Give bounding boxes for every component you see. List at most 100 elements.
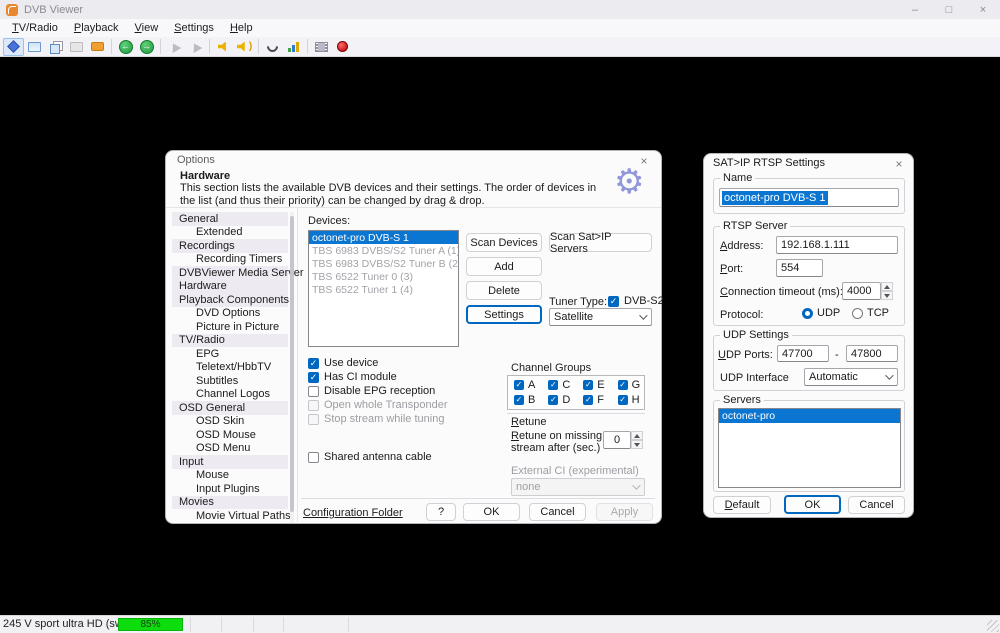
tuner-type-dvbs2-checkbox[interactable]: DVB-S2 bbox=[608, 295, 664, 307]
satellite-dropdown[interactable]: Satellite bbox=[549, 308, 652, 326]
sidebar-item-media-server[interactable]: DVBViewer Media Server bbox=[172, 266, 288, 280]
sidebar-item-input[interactable]: Input bbox=[172, 455, 288, 469]
add-button[interactable]: Add bbox=[466, 257, 542, 276]
ok-button[interactable]: OK bbox=[463, 503, 520, 521]
cancel-button[interactable]: Cancel bbox=[529, 503, 586, 521]
screenshot-icon[interactable] bbox=[24, 38, 45, 56]
has-ci-module-checkbox[interactable]: Has CI module bbox=[308, 371, 397, 383]
sidebar-scrollbar[interactable] bbox=[290, 212, 294, 523]
maximize-button[interactable]: □ bbox=[932, 0, 966, 19]
udp-radio[interactable]: UDP bbox=[802, 307, 840, 319]
satip-ok-button[interactable]: OK bbox=[784, 495, 841, 514]
udp-port-to-input[interactable]: 47800 bbox=[846, 345, 898, 362]
menu-view[interactable]: View bbox=[128, 21, 166, 35]
menu-tv-radio[interactable]: TV/Radio bbox=[5, 21, 65, 35]
sidebar-item-osd-menu[interactable]: OSD Menu bbox=[172, 442, 288, 456]
default-button[interactable]: Default bbox=[713, 496, 771, 514]
channel-group-d-checkbox[interactable]: D bbox=[548, 393, 570, 407]
resize-grip[interactable] bbox=[987, 620, 999, 632]
minimize-button[interactable]: – bbox=[898, 0, 932, 19]
teletext-icon[interactable] bbox=[66, 38, 87, 56]
spin-down-icon[interactable] bbox=[631, 440, 643, 449]
udp-port-from-input[interactable]: 47700 bbox=[777, 345, 829, 362]
channel-group-h-checkbox[interactable]: H bbox=[618, 393, 641, 407]
tcp-radio[interactable]: TCP bbox=[852, 307, 889, 319]
sidebar-item-channel-logos[interactable]: Channel Logos bbox=[172, 388, 288, 402]
channel-group-g-checkbox[interactable]: G bbox=[618, 378, 641, 392]
scan-satip-servers-button[interactable]: Scan Sat>IP Servers bbox=[549, 233, 652, 252]
channel-next-icon[interactable] bbox=[185, 38, 206, 56]
spin-down-icon[interactable] bbox=[881, 291, 893, 300]
retune-seconds-input[interactable]: 0 bbox=[603, 431, 631, 449]
devices-listbox[interactable]: octonet-pro DVB-S 1 TBS 6983 DVBS/S2 Tun… bbox=[308, 230, 459, 347]
shared-antenna-cable-checkbox[interactable]: Shared antenna cable bbox=[308, 451, 432, 463]
timeout-spinner[interactable] bbox=[881, 282, 893, 300]
sidebar-item-osd-mouse[interactable]: OSD Mouse bbox=[172, 428, 288, 442]
sidebar-item-general[interactable]: General bbox=[172, 212, 288, 226]
record-icon[interactable] bbox=[332, 38, 353, 56]
sidebar-item-movies[interactable]: Movies bbox=[172, 496, 288, 510]
spin-up-icon[interactable] bbox=[631, 431, 643, 440]
port-input[interactable]: 554 bbox=[776, 259, 823, 277]
server-item[interactable]: octonet-pro bbox=[719, 409, 900, 423]
channel-diamond-icon[interactable] bbox=[3, 38, 24, 56]
satellite-dish-icon[interactable] bbox=[262, 38, 283, 56]
volume-up-icon[interactable]: ) bbox=[234, 38, 255, 56]
channel-group-b-checkbox[interactable]: B bbox=[514, 393, 535, 407]
nav-forward-icon[interactable]: → bbox=[136, 38, 157, 56]
name-input[interactable]: octonet-pro DVB-S 1 bbox=[719, 188, 899, 207]
sidebar-item-recordings[interactable]: Recordings bbox=[172, 239, 288, 253]
recorded-movies-icon[interactable] bbox=[311, 38, 332, 56]
sidebar-item-tv-radio[interactable]: TV/Radio bbox=[172, 334, 288, 348]
sidebar-item-movie-virtual-paths[interactable]: Movie Virtual Paths bbox=[172, 509, 288, 523]
sidebar-item-recording-timers[interactable]: Recording Timers bbox=[172, 253, 288, 267]
device-item[interactable]: TBS 6522 Tuner 0 (3) bbox=[309, 270, 458, 283]
use-device-checkbox[interactable]: Use device bbox=[308, 357, 378, 369]
device-item[interactable]: octonet-pro DVB-S 1 bbox=[309, 231, 458, 244]
configuration-folder-link[interactable]: Configuration Folder bbox=[303, 507, 403, 519]
sidebar-item-picture-in-picture[interactable]: Picture in Picture bbox=[172, 320, 288, 334]
sidebar-item-input-plugins[interactable]: Input Plugins bbox=[172, 482, 288, 496]
device-item[interactable]: TBS 6983 DVBS/S2 Tuner A (1) bbox=[309, 244, 458, 257]
close-button[interactable]: × bbox=[966, 0, 1000, 19]
sidebar-item-subtitles[interactable]: Subtitles bbox=[172, 374, 288, 388]
disable-epg-checkbox[interactable]: Disable EPG reception bbox=[308, 385, 435, 397]
satip-close-icon[interactable]: × bbox=[890, 156, 908, 171]
sidebar-item-epg[interactable]: EPG bbox=[172, 347, 288, 361]
satip-cancel-button[interactable]: Cancel bbox=[848, 496, 905, 514]
channel-group-e-checkbox[interactable]: E bbox=[583, 378, 604, 392]
device-item[interactable]: TBS 6522 Tuner 1 (4) bbox=[309, 283, 458, 296]
channel-group-f-checkbox[interactable]: F bbox=[583, 393, 604, 407]
channel-prev-icon[interactable] bbox=[164, 38, 185, 56]
servers-listbox[interactable]: octonet-pro bbox=[718, 408, 901, 488]
address-input[interactable]: 192.168.1.111 bbox=[776, 236, 898, 254]
menu-help[interactable]: Help bbox=[223, 21, 260, 35]
channel-group-c-checkbox[interactable]: C bbox=[548, 378, 570, 392]
delete-button[interactable]: Delete bbox=[466, 281, 542, 300]
sidebar-item-osd-general[interactable]: OSD General bbox=[172, 401, 288, 415]
sidebar-item-osd-skin[interactable]: OSD Skin bbox=[172, 415, 288, 429]
channel-group-a-checkbox[interactable]: A bbox=[514, 378, 535, 392]
menu-playback[interactable]: Playback bbox=[67, 21, 126, 35]
sidebar-item-hardware[interactable]: Hardware bbox=[172, 280, 288, 294]
sidebar-item-extended[interactable]: Extended bbox=[172, 226, 288, 240]
signal-statistics-icon[interactable] bbox=[283, 38, 304, 56]
retune-spinner[interactable] bbox=[631, 431, 643, 449]
menu-settings[interactable]: Settings bbox=[167, 21, 221, 35]
window-copy-icon[interactable] bbox=[45, 38, 66, 56]
sidebar-item-teletext[interactable]: Teletext/HbbTV bbox=[172, 361, 288, 375]
scan-devices-button[interactable]: Scan Devices bbox=[466, 233, 542, 252]
timeout-input[interactable]: 4000 bbox=[842, 282, 881, 300]
device-item[interactable]: TBS 6983 DVBS/S2 Tuner B (2) bbox=[309, 257, 458, 270]
sidebar-item-mouse[interactable]: Mouse bbox=[172, 469, 288, 483]
nav-back-icon[interactable]: ← bbox=[115, 38, 136, 56]
volume-mute-icon[interactable] bbox=[213, 38, 234, 56]
udp-interface-dropdown[interactable]: Automatic bbox=[804, 368, 898, 386]
sidebar-item-playback-components[interactable]: Playback Components bbox=[172, 293, 288, 307]
settings-button[interactable]: Settings bbox=[466, 305, 542, 324]
protocol-label: Protocol: bbox=[720, 309, 763, 321]
help-button[interactable]: ? bbox=[426, 503, 456, 521]
epg-icon[interactable] bbox=[87, 38, 108, 56]
sidebar-item-dvd-options[interactable]: DVD Options bbox=[172, 307, 288, 321]
spin-up-icon[interactable] bbox=[881, 282, 893, 291]
